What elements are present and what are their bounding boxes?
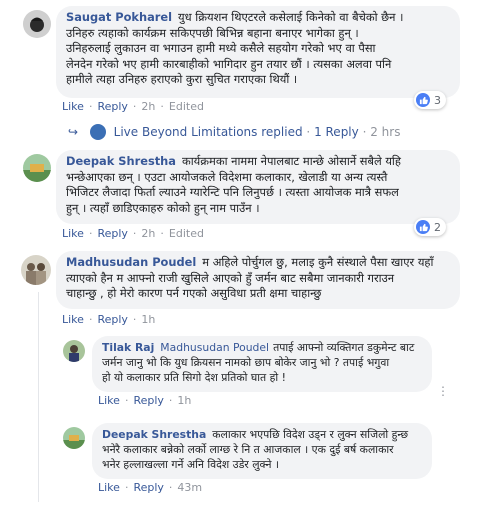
comment-actions: Like · Reply · 1h [98, 394, 191, 407]
view-replies-link[interactable]: ↪ Live Beyond Limitations replied · 1 Re… [68, 124, 400, 140]
comment-bubble: Saugat Pokharel युध क्रियशन थिएटरले कसेला… [56, 6, 460, 98]
separator: · [160, 100, 164, 113]
separator: · [132, 227, 137, 240]
avatar[interactable] [23, 154, 51, 182]
reply-bubble: Tilak Raj Madhusudan Poudel तपाई आफ्नो व्य… [92, 336, 432, 392]
avatar[interactable] [23, 10, 51, 38]
comment-text: कार्यक्रमका नाममा नेपालबाट मान्छे ओसार्न… [181, 154, 401, 168]
reply-link[interactable]: Reply [133, 481, 163, 494]
timestamp[interactable]: 2h [141, 227, 155, 240]
separator: · [124, 481, 129, 494]
like-link[interactable]: Like [62, 227, 84, 240]
comment-text: हुन् । त्यहाँ छाडिएकाहरु कोको हुन् नाम प… [66, 200, 260, 215]
comment-actions: Like · Reply · 43m [98, 481, 202, 494]
reply-text: हो यो कलाकार प्रति सिगो देश प्रतिको घात … [102, 371, 286, 384]
separator: · [168, 394, 173, 407]
comment-text: उनिहरु त्यहाको कार्यक्रम सकिएपछी बिभिन्न… [66, 25, 359, 40]
comment-text: हामीले त्यहा उनिहरु हराएको कुरा सुचित गर… [66, 72, 298, 86]
reply-link[interactable]: Reply [97, 313, 127, 326]
separator: · [168, 481, 173, 494]
comment-author[interactable]: Deepak Shrestha [66, 154, 176, 168]
comment-text: लेनदेन गरेको भए हामी कारबाहीको भागिदार ह… [66, 56, 392, 71]
reaction-count-value: 2 [434, 220, 441, 234]
comment-line-1: Deepak Shrestha कार्यक्रमका नाममा नेपालबा… [66, 154, 450, 170]
comment-text: म अहिले पोर्चुगल छु, मलाइ कुनै संस्थाले … [202, 255, 434, 269]
reaction-count[interactable]: 2 [414, 218, 446, 236]
mention-link[interactable]: Madhusudan Poudel [160, 341, 269, 354]
reply-author[interactable]: Tilak Raj [102, 341, 154, 354]
timestamp: 2 hrs [370, 125, 401, 139]
reply-link[interactable]: Reply [97, 227, 127, 240]
separator: · [88, 100, 93, 113]
avatar[interactable] [63, 427, 85, 449]
reaction-count[interactable]: 3 [414, 91, 446, 109]
reply-text: भनेरै कलाकार बन्नेको लर्को लाग्छ रे नि त… [102, 443, 394, 456]
reaction-count-value: 3 [434, 93, 441, 107]
like-link[interactable]: Like [62, 313, 84, 326]
reply-link[interactable]: Reply [97, 100, 127, 113]
comment-bubble: Madhusudan Poudel म अहिले पोर्चुगल छु, मल… [56, 251, 460, 309]
reply-link[interactable]: Reply [133, 394, 163, 407]
avatar[interactable] [21, 255, 51, 285]
separator: · [160, 227, 164, 240]
separator: · [306, 125, 315, 139]
reply-text: भनेर हल्लाखल्ला गर्ने अनि विदेश उडेर लुक… [102, 458, 279, 471]
thread-line [38, 292, 39, 502]
timestamp[interactable]: 1h [177, 394, 191, 407]
comment-actions: Like · Reply · 2h · Edited [62, 100, 204, 113]
reply-line-1: Deepak Shrestha कलाकार भएपछि विदेश उड्न र… [102, 427, 422, 442]
replied-text: replied [261, 125, 303, 139]
comment-text: चाहान्छु , हो मेरो कारण पर्न गएको असुविध… [66, 286, 322, 300]
reply-count: 1 Reply [314, 125, 359, 139]
like-reaction-icon [416, 220, 430, 234]
edited-label[interactable]: Edited [169, 227, 204, 240]
separator: · [132, 100, 137, 113]
like-link[interactable]: Like [98, 394, 120, 407]
reply-bubble: Deepak Shrestha कलाकार भएपछि विदेश उड्न र… [92, 423, 432, 479]
like-link[interactable]: Like [98, 481, 120, 494]
separator: · [124, 394, 129, 407]
comment-text: भन्छेआएका छन् । एउटा आयोजकले विदेशमा कला… [66, 169, 388, 184]
comment-line-1: Saugat Pokharel युध क्रियशन थिएटरले कसेला… [66, 10, 450, 26]
timestamp[interactable]: 43m [177, 481, 202, 494]
comment-text: युध क्रियशन थिएटरले कसेलाई किनेको वा बैच… [178, 10, 404, 24]
avatar [89, 124, 106, 140]
separator: · [132, 313, 137, 326]
reply-author[interactable]: Deepak Shrestha [102, 428, 206, 441]
reply-text: जर्मन जानु भो कि युध क्रियसन नामको छाप ब… [102, 356, 390, 369]
edited-label[interactable]: Edited [169, 100, 204, 113]
separator: · [88, 313, 93, 326]
reply-text: तपाई आफ्नो व्यक्तिगत डकुमेन्ट बाट [273, 341, 415, 354]
comment-actions: Like · Reply · 1h [62, 313, 155, 326]
reply-line-1: Tilak Raj Madhusudan Poudel तपाई आफ्नो व्य… [102, 340, 422, 355]
like-link[interactable]: Like [62, 100, 84, 113]
reply-text: कलाकार भएपछि विदेश उड्न र लुक्न सजिलो हु… [212, 428, 409, 441]
comment-actions: Like · Reply · 2h · Edited [62, 227, 204, 240]
reply-arrow-icon: ↪ [68, 125, 79, 139]
comment-text: त्याएको हैन म आफ्नो राजी खुसिले आएको हुँ… [66, 270, 395, 285]
comment-line-1: Madhusudan Poudel म अहिले पोर्चुगल छु, मल… [66, 255, 450, 271]
comment-author[interactable]: Madhusudan Poudel [66, 255, 196, 269]
comment-text: उनिहरुलाई लुकाउन वा भगाउन हामी मध्ये कसै… [66, 41, 376, 55]
avatar[interactable] [63, 340, 85, 362]
comment-author[interactable]: Saugat Pokharel [66, 10, 172, 24]
timestamp[interactable]: 2h [141, 100, 155, 113]
comment-bubble: Deepak Shrestha कार्यक्रमका नाममा नेपालबा… [56, 150, 460, 224]
timestamp[interactable]: 1h [141, 313, 155, 326]
separator: · [88, 227, 93, 240]
more-options-icon[interactable]: ⋮ [437, 384, 449, 398]
replier-name: Live Beyond Limitations [113, 125, 258, 139]
comment-text: भिजिटर लैजादा फिर्ता ल्याउने ग्यारेन्टि … [66, 185, 399, 199]
like-reaction-icon [416, 93, 430, 107]
